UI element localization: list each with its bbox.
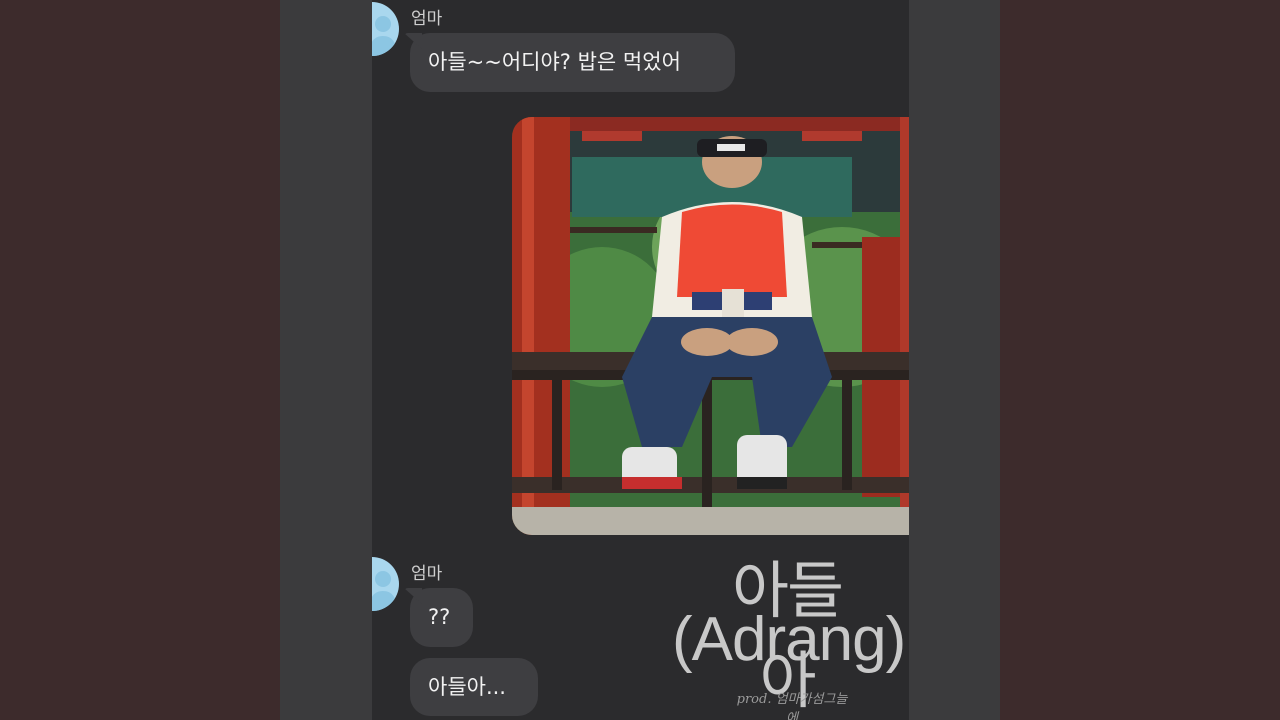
chat-area[interactable]: 엄마 아들~~어디야? 밥은 먹었어 엄마 ?? 아들아... 아들아 (Adr… [372, 0, 909, 720]
sender-avatar[interactable] [372, 557, 399, 611]
message-bubble[interactable]: ?? [410, 588, 473, 647]
left-backdrop [0, 0, 280, 720]
right-side-strip [909, 0, 1000, 720]
sender-name: 엄마 [411, 9, 443, 29]
album-cover-photo[interactable] [512, 117, 909, 535]
profile-silhouette-icon [372, 16, 397, 56]
message-text: 아들~~어디야? 밥은 먹었어 [428, 50, 681, 74]
profile-silhouette-icon [372, 571, 397, 611]
song-title-english: (Adrang) [672, 605, 906, 674]
message-bubble[interactable]: 아들아... [410, 658, 538, 716]
message-text: 아들아... [428, 674, 506, 699]
message-text: ?? [428, 605, 451, 629]
sender-name: 엄마 [411, 564, 443, 584]
producer-credit: prod. 엄마가섬그늘에 [736, 692, 848, 720]
message-bubble[interactable]: 아들~~어디야? 밥은 먹었어 [410, 33, 735, 92]
right-backdrop [1000, 0, 1280, 720]
sender-avatar[interactable] [372, 2, 399, 56]
left-side-strip [280, 0, 372, 720]
